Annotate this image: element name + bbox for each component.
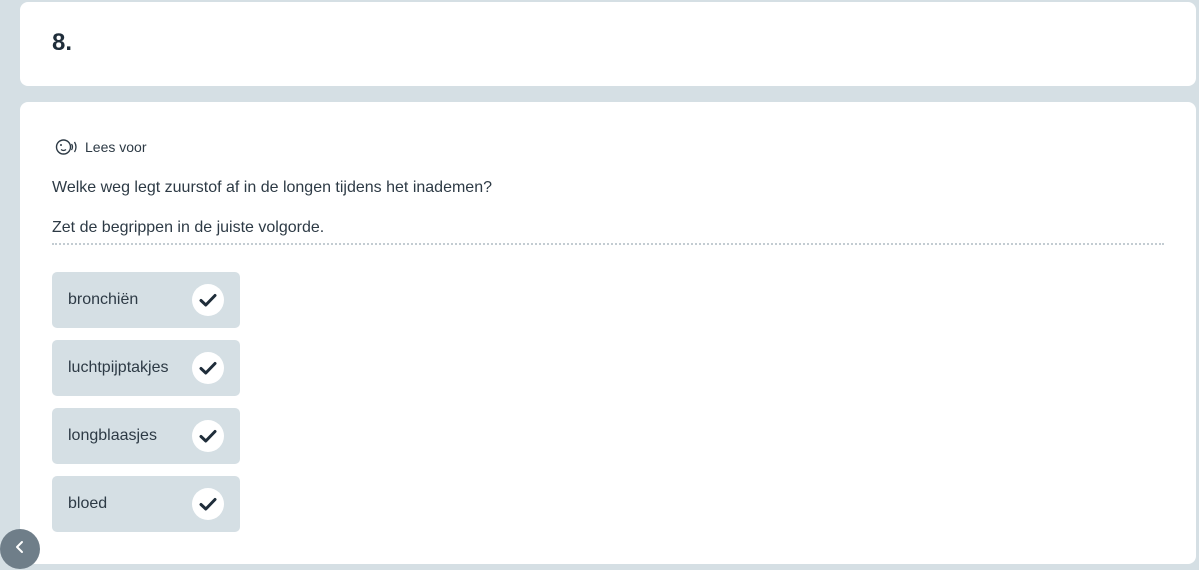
question-number: 8. xyxy=(52,29,73,56)
read-aloud-label: Lees voor xyxy=(85,139,147,155)
previous-question-button[interactable] xyxy=(0,529,40,569)
check-icon xyxy=(192,420,224,452)
check-icon xyxy=(192,352,224,384)
question-header-card: 8. xyxy=(20,2,1196,86)
order-item-label: luchtpijptakjes xyxy=(68,359,169,376)
order-item-label: bronchiën xyxy=(68,291,139,308)
chevron-left-icon xyxy=(14,540,26,559)
order-item[interactable]: luchtpijptakjes xyxy=(52,340,240,396)
order-item-label: longblaasjes xyxy=(68,427,157,444)
ordering-list: bronchiën luchtpijptakjes longblaasjes b… xyxy=(52,272,240,544)
question-text: Welke weg legt zuurstof af in de longen … xyxy=(52,179,492,196)
divider xyxy=(52,243,1164,245)
check-icon xyxy=(192,488,224,520)
order-item[interactable]: bronchiën xyxy=(52,272,240,328)
speaker-icon xyxy=(55,138,79,156)
order-item-label: bloed xyxy=(68,495,108,512)
read-aloud-button[interactable]: Lees voor xyxy=(55,138,146,156)
order-item[interactable]: bloed xyxy=(52,476,240,532)
order-item[interactable]: longblaasjes xyxy=(52,408,240,464)
check-icon xyxy=(192,284,224,316)
question-card: Lees voor Welke weg legt zuurstof af in … xyxy=(20,102,1196,564)
instruction-text: Zet de begrippen in de juiste volgorde. xyxy=(52,219,325,236)
